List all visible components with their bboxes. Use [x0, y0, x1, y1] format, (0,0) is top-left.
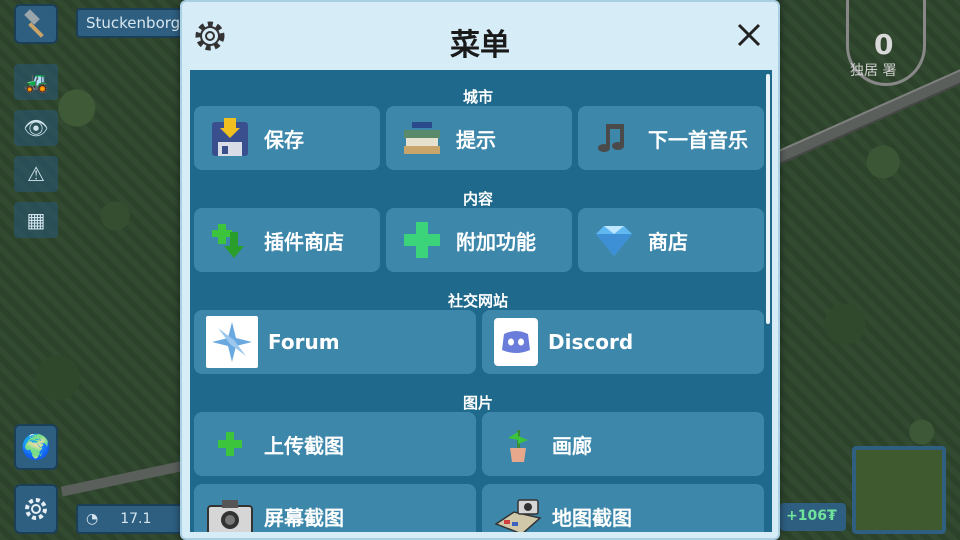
date-bar[interactable]: ◔ 17.1 — [76, 504, 186, 534]
eye-icon: 👁 — [23, 116, 49, 140]
map-screenshot-button[interactable]: 地图截图 — [482, 484, 764, 532]
bulldozer-icon: 🚜 — [23, 70, 49, 94]
plant-icon — [494, 420, 542, 468]
city-name-label[interactable]: Stuckenborg — [76, 8, 186, 38]
screenshot-label: 屏幕截图 — [264, 505, 344, 530]
gear-icon — [25, 498, 47, 520]
tips-button[interactable]: 提示 — [386, 106, 572, 170]
dialog-title: 菜单 — [450, 28, 510, 63]
warning-icon: ⚠ — [27, 162, 45, 186]
forum-label: Forum — [268, 330, 340, 354]
addons-label: 附加功能 — [456, 229, 536, 254]
map-camera-icon — [494, 492, 542, 532]
bulldozer-button[interactable]: 🚜 — [14, 64, 58, 100]
section-label-city: 城市 — [462, 88, 493, 106]
data-layers-button[interactable]: ▦ — [14, 202, 58, 238]
save-label: 保存 — [264, 127, 304, 152]
next-music-label: 下一首音乐 — [648, 127, 748, 152]
upload-screenshot-button[interactable]: 上传截图 — [194, 412, 476, 476]
discord-icon — [494, 318, 538, 366]
menu-dialog: 菜单 城市 保存 提示 下一首音乐 内容 插件商店 附加功能 商店 社交网站 F… — [180, 0, 780, 540]
money-label[interactable]: +106₮ — [780, 503, 846, 531]
date-label: 17.1 — [120, 511, 152, 527]
menu-scroll-area[interactable]: 城市 保存 提示 下一首音乐 内容 插件商店 附加功能 商店 社交网站 Foru… — [190, 70, 772, 532]
upload-screenshot-label: 上传截图 — [264, 433, 344, 458]
plus-icon — [206, 420, 254, 468]
tips-label: 提示 — [456, 127, 496, 152]
discord-label: Discord — [548, 330, 634, 354]
screenshot-button[interactable]: 屏幕截图 — [194, 484, 476, 532]
gauge-label: 独居 署 — [850, 63, 897, 79]
grid-icon: ▦ — [26, 208, 46, 232]
gallery-button[interactable]: 画廊 — [482, 412, 764, 476]
clock-icon: ◔ — [86, 511, 99, 527]
section-label-social: 社交网站 — [447, 292, 508, 310]
camera-icon — [206, 492, 254, 532]
globe-icon: 🌍 — [21, 433, 51, 461]
addons-button[interactable]: 附加功能 — [386, 208, 572, 272]
globe-button[interactable]: 🌍 — [14, 424, 58, 470]
close-button[interactable] — [734, 20, 764, 50]
scrollbar[interactable] — [766, 74, 770, 324]
plugin-store-label: 插件商店 — [264, 229, 344, 254]
shop-label: 商店 — [648, 229, 688, 254]
hammer-icon — [24, 9, 44, 38]
music-note-icon — [590, 114, 638, 162]
build-tool-button[interactable] — [14, 4, 58, 44]
snowflake-icon — [206, 316, 258, 368]
section-label-content: 内容 — [462, 190, 493, 208]
minimap[interactable] — [852, 446, 946, 534]
map-screenshot-label: 地图截图 — [552, 505, 632, 530]
shop-button[interactable]: 商店 — [578, 208, 764, 272]
discord-button[interactable]: Discord — [482, 310, 764, 374]
dialog-header: 菜单 — [182, 2, 778, 70]
gauge-value: 0 — [874, 28, 894, 61]
gallery-label: 画廊 — [552, 433, 592, 458]
books-icon — [398, 114, 446, 162]
diamond-icon — [590, 216, 638, 264]
plus-icon — [398, 216, 446, 264]
close-icon — [737, 23, 761, 47]
section-label-images: 图片 — [462, 394, 493, 412]
download-plus-icon — [206, 216, 254, 264]
view-button[interactable]: 👁 — [14, 110, 58, 146]
warning-button[interactable]: ⚠ — [14, 156, 58, 192]
save-button[interactable]: 保存 — [194, 106, 380, 170]
forum-button[interactable]: Forum — [194, 310, 476, 374]
plugin-store-button[interactable]: 插件商店 — [194, 208, 380, 272]
settings-toolbar-button[interactable] — [14, 484, 58, 534]
next-music-button[interactable]: 下一首音乐 — [578, 106, 764, 170]
floppy-icon — [206, 114, 254, 162]
